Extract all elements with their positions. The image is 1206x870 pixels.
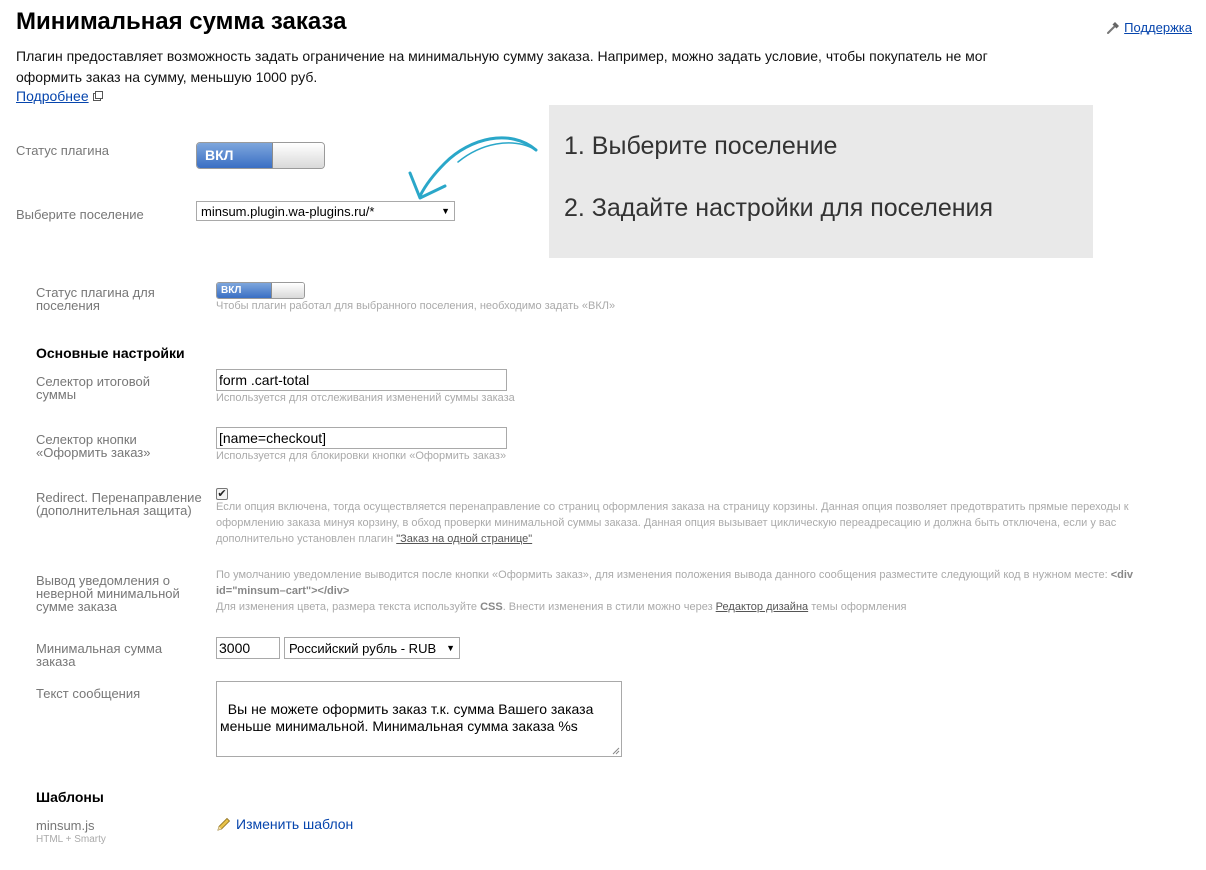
intro-text: Плагин предоставляет возможность задать … — [16, 48, 988, 85]
dropdown-arrow-icon: ▼ — [446, 643, 455, 653]
css-label: CSS — [480, 601, 503, 613]
notice-hint-text: По умолчанию уведомление выводится после… — [216, 569, 1111, 581]
redirect-hint: Если опция включена, тогда осуществляетс… — [216, 499, 1166, 547]
notice-hint-text-2: Для изменения цвета, размера текста испо… — [216, 601, 481, 613]
currency-select-value: Российский рубль - RUB — [289, 640, 437, 656]
curved-arrow-icon — [408, 136, 538, 200]
total-selector-hint: Используется для отслеживания изменений … — [216, 392, 515, 404]
edit-template-link[interactable]: Изменить шаблон — [236, 816, 353, 832]
notice-hint: По умолчанию уведомление выводится после… — [216, 567, 1166, 615]
callout-step-2: 2. Задайте настройки для поселения — [564, 194, 994, 222]
basic-settings-heading: Основные настройки — [36, 345, 185, 361]
more-link[interactable]: Подробнее — [16, 88, 89, 104]
plugin-status-label: Статус плагина — [16, 143, 109, 158]
instruction-callout: 1. Выберите поселение 2. Задайте настрой… — [549, 105, 1093, 258]
page-title: Минимальная сумма заказа — [16, 8, 347, 35]
toggle-knob — [273, 143, 324, 168]
min-sum-input[interactable]: 3000 — [216, 637, 280, 659]
button-selector-hint: Используется для блокировки кнопки «Офор… — [216, 450, 507, 462]
notice-label: Вывод уведомления о неверной минимальной… — [36, 573, 180, 614]
message-text: Вы не можете оформить заказ т.к. сумма В… — [220, 701, 598, 734]
design-editor-link[interactable]: Редактор дизайна — [716, 601, 808, 613]
message-textarea[interactable]: Вы не можете оформить заказ т.к. сумма В… — [216, 681, 622, 757]
template-file-name: minsum.js — [36, 818, 95, 833]
support-link[interactable]: Поддержка — [1124, 20, 1192, 35]
resize-grip-icon[interactable] — [612, 747, 620, 755]
support-link-group[interactable]: Поддержка — [1106, 20, 1192, 35]
toggle-knob — [272, 283, 304, 298]
one-page-checkout-link[interactable]: "Заказ на одной странице" — [396, 533, 532, 545]
redirect-label: Redirect. Перенаправление (дополнительна… — [36, 490, 202, 518]
notice-hint-text-4: темы оформления — [808, 601, 907, 613]
button-selector-input[interactable]: [name=checkout] — [216, 427, 507, 449]
edit-template-link-group[interactable]: Изменить шаблон — [216, 816, 353, 832]
min-sum-label: Минимальная сумма заказа — [36, 641, 163, 669]
redirect-hint-text: Если опция включена, тогда осуществляетс… — [216, 501, 1129, 545]
settlement-label: Выберите поселение — [16, 207, 144, 222]
settlement-status-label: Статус плагина для поселения — [36, 285, 155, 313]
template-file-type: HTML + Smarty — [36, 834, 106, 845]
settlement-select-value: minsum.plugin.wa-plugins.ru/* — [201, 203, 375, 219]
hammer-icon — [1107, 21, 1120, 34]
button-selector-label: Селектор кнопки «Оформить заказ» — [36, 432, 151, 460]
message-label: Текст сообщения — [36, 686, 141, 701]
settlement-status-toggle[interactable]: ВКЛ — [216, 282, 305, 299]
plugin-status-toggle[interactable]: ВКЛ — [196, 142, 325, 169]
templates-heading: Шаблоны — [36, 789, 104, 805]
settlement-status-hint: Чтобы плагин работал для выбранного посе… — [216, 300, 616, 312]
pencil-icon — [217, 817, 231, 831]
callout-step-1: 1. Выберите поселение — [564, 132, 838, 160]
notice-hint-text-3: . Внести изменения в стили можно через — [502, 601, 716, 613]
total-selector-label: Селектор итоговой суммы — [36, 374, 150, 402]
toggle-on-label: ВКЛ — [217, 283, 272, 298]
currency-select[interactable]: Российский рубль - RUB ▼ — [284, 637, 460, 659]
more-link-group[interactable]: Подробнее — [16, 88, 103, 104]
total-selector-input[interactable]: form .cart-total — [216, 369, 507, 391]
external-link-icon — [92, 91, 103, 101]
toggle-on-label: ВКЛ — [197, 143, 273, 168]
